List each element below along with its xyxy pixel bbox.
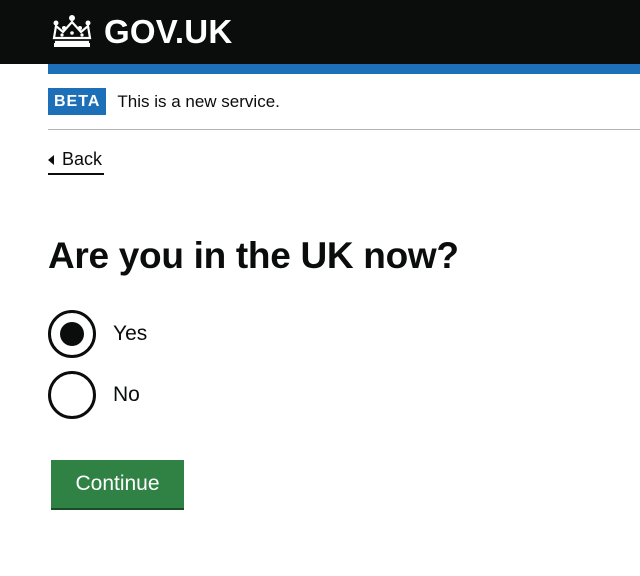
radio-button-yes[interactable] xyxy=(48,310,96,358)
govuk-logo-text[interactable]: GOV.UK xyxy=(104,12,232,52)
radio-label-yes[interactable]: Yes xyxy=(113,320,147,348)
phase-banner: BETA This is a new service. xyxy=(48,88,280,115)
radio-selected-dot xyxy=(60,322,84,346)
radio-button-no[interactable] xyxy=(48,371,96,419)
site-header: GOV.UK xyxy=(0,0,640,64)
beta-tag: BETA xyxy=(48,88,107,115)
radio-option-yes[interactable]: Yes xyxy=(48,310,147,358)
back-chevron-icon xyxy=(48,154,54,165)
continue-button[interactable]: Continue xyxy=(51,460,184,508)
header-accent-bar xyxy=(48,64,640,74)
radio-label-no[interactable]: No xyxy=(113,381,140,409)
radio-option-no[interactable]: No xyxy=(48,371,140,419)
phase-banner-text: This is a new service. xyxy=(117,91,280,111)
phase-banner-divider xyxy=(48,129,640,130)
page-question-heading: Are you in the UK now? xyxy=(48,235,459,276)
back-link[interactable]: Back xyxy=(48,148,105,175)
back-link-label: Back xyxy=(62,149,103,169)
crown-icon xyxy=(52,15,92,47)
